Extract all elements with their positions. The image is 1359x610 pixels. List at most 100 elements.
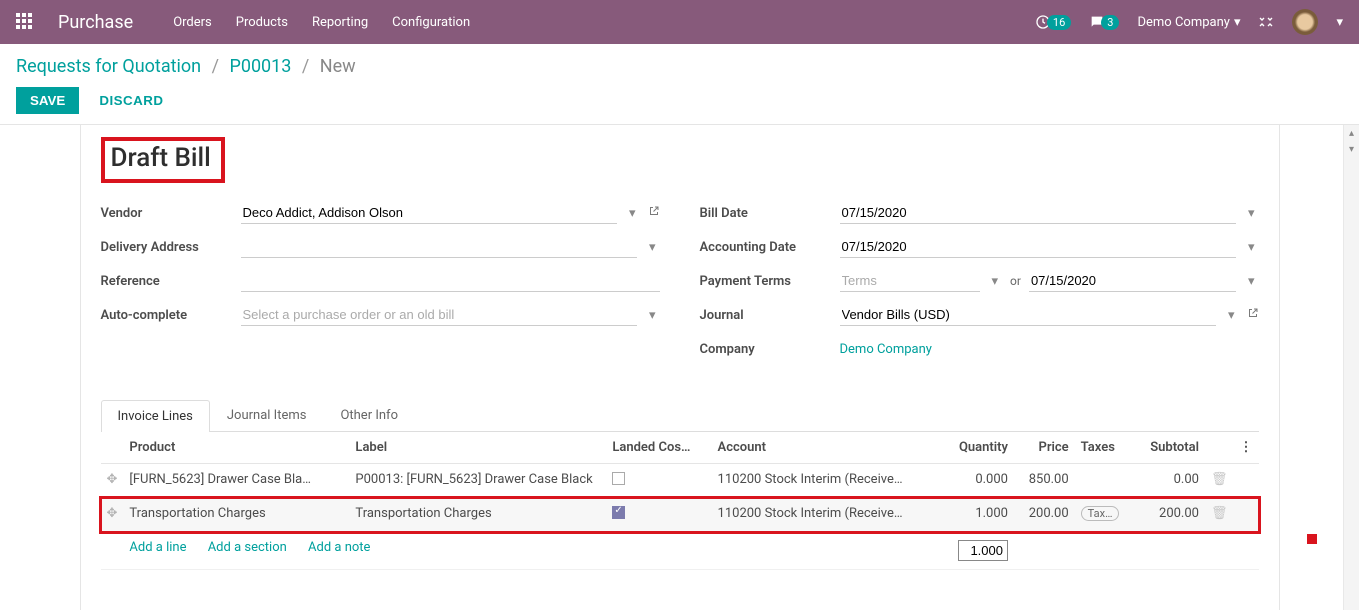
nav-orders[interactable]: Orders [173, 15, 212, 30]
delivery-label: Delivery Address [101, 240, 241, 255]
cell-account[interactable]: 110200 Stock Interim (Receive… [712, 464, 942, 498]
autocomplete-dropdown-icon[interactable]: ▾ [645, 308, 660, 323]
user-avatar[interactable] [1292, 9, 1318, 35]
journal-label: Journal [700, 308, 840, 323]
terms-field[interactable] [840, 270, 980, 292]
col-label: Label [349, 432, 606, 464]
company-label: Company [700, 342, 840, 357]
invoice-lines-table: Product Label Landed Cos… Account Quanti… [101, 432, 1259, 570]
terms-dropdown-icon[interactable]: ▾ [988, 274, 1003, 289]
breadcrumb-current: New [320, 56, 356, 77]
cell-taxes[interactable] [1075, 464, 1134, 498]
col-price: Price [1014, 432, 1075, 464]
cell-price[interactable]: 200.00 [1014, 498, 1075, 532]
trash-icon[interactable]: 🗑 [1211, 472, 1228, 487]
table-row[interactable]: ✥ Transportation Charges Transportation … [101, 498, 1259, 532]
delivery-dropdown-icon[interactable]: ▾ [645, 240, 660, 255]
breadcrumb-root[interactable]: Requests for Quotation [16, 56, 201, 77]
breadcrumb: Requests for Quotation / P00013 / New [16, 56, 1343, 77]
journal-dropdown-icon[interactable]: ▾ [1224, 308, 1239, 323]
scrollbar[interactable]: ▴ ▾ [1343, 125, 1359, 610]
cell-label[interactable]: P00013: [FURN_5623] Drawer Case Black [349, 464, 606, 498]
acctdate-field[interactable] [840, 236, 1236, 258]
terms-or-text: or [1010, 274, 1021, 288]
activity-count: 16 [1047, 15, 1071, 30]
vendor-label: Vendor [101, 206, 241, 221]
journal-field[interactable] [840, 304, 1216, 326]
page-title-highlight: Draft Bill [101, 137, 225, 183]
discard-button[interactable]: DISCARD [99, 93, 163, 108]
col-qty: Quantity [942, 432, 1014, 464]
cell-qty[interactable]: 1.000 [942, 498, 1014, 532]
cell-account[interactable]: 110200 Stock Interim (Receive… [712, 498, 942, 532]
tabs: Invoice Lines Journal Items Other Info [101, 399, 1259, 432]
terms-date-dropdown-icon[interactable]: ▾ [1244, 274, 1259, 289]
activity-button[interactable]: 16 [1035, 14, 1071, 30]
col-landed: Landed Cos… [606, 432, 711, 464]
acctdate-label: Accounting Date [700, 240, 840, 255]
cell-taxes[interactable]: Tax… [1075, 498, 1134, 532]
company-name: Demo Company [1137, 15, 1229, 30]
nav-configuration[interactable]: Configuration [392, 15, 470, 30]
cell-product[interactable]: [FURN_5623] Drawer Case Bla… [123, 464, 349, 498]
nav-products[interactable]: Products [236, 15, 288, 30]
user-caret-icon[interactable]: ▾ [1336, 15, 1343, 30]
scroll-down-icon[interactable]: ▾ [1344, 141, 1359, 157]
table-options-icon[interactable]: ⋮ [1240, 440, 1253, 455]
terms-label: Payment Terms [700, 274, 840, 289]
nav-links: Orders Products Reporting Configuration [173, 15, 470, 30]
annotation-dot [1307, 534, 1317, 544]
debug-icon[interactable] [1258, 14, 1274, 30]
billdate-field[interactable] [840, 202, 1236, 224]
messages-button[interactable]: 3 [1089, 14, 1119, 30]
cell-label[interactable]: Transportation Charges [349, 498, 606, 532]
company-switcher[interactable]: Demo Company ▾ [1137, 15, 1240, 30]
add-line-link[interactable]: Add a line [129, 540, 186, 555]
company-link[interactable]: Demo Company [840, 342, 932, 357]
qty-total-input[interactable] [958, 540, 1008, 561]
col-product: Product [123, 432, 349, 464]
trash-icon[interactable]: 🗑 [1211, 506, 1228, 521]
col-taxes: Taxes [1075, 432, 1134, 464]
acctdate-dropdown-icon[interactable]: ▾ [1244, 240, 1259, 255]
vendor-dropdown-icon[interactable]: ▾ [625, 206, 640, 221]
cell-subtotal: 200.00 [1134, 498, 1205, 532]
journal-external-link-icon[interactable] [1247, 307, 1259, 323]
landed-checkbox[interactable] [612, 506, 625, 519]
tab-other-info[interactable]: Other Info [323, 399, 415, 431]
billdate-dropdown-icon[interactable]: ▾ [1244, 206, 1259, 221]
scroll-up-icon[interactable]: ▴ [1344, 125, 1359, 141]
autocomplete-label: Auto-complete [101, 308, 241, 323]
terms-date-field[interactable] [1029, 270, 1236, 292]
add-section-link[interactable]: Add a section [208, 540, 287, 555]
cell-subtotal: 0.00 [1134, 464, 1205, 498]
breadcrumb-record[interactable]: P00013 [229, 56, 291, 77]
drag-handle-icon[interactable]: ✥ [107, 472, 118, 487]
apps-icon[interactable] [16, 13, 34, 31]
cell-qty[interactable]: 0.000 [942, 464, 1014, 498]
cell-price[interactable]: 850.00 [1014, 464, 1075, 498]
app-title: Purchase [58, 12, 133, 33]
cell-product[interactable]: Transportation Charges [123, 498, 349, 532]
vendor-field[interactable] [241, 202, 617, 224]
col-account: Account [712, 432, 942, 464]
tab-journal-items[interactable]: Journal Items [210, 399, 324, 431]
nav-reporting[interactable]: Reporting [312, 15, 368, 30]
drag-handle-icon[interactable]: ✥ [107, 506, 118, 521]
tab-invoice-lines[interactable]: Invoice Lines [101, 400, 210, 432]
billdate-label: Bill Date [700, 206, 840, 221]
delivery-field[interactable] [241, 236, 637, 258]
add-note-link[interactable]: Add a note [308, 540, 370, 555]
table-row[interactable]: ✥ [FURN_5623] Drawer Case Bla… P00013: [… [101, 464, 1259, 498]
col-subtotal: Subtotal [1134, 432, 1205, 464]
reference-field[interactable] [241, 270, 660, 292]
landed-checkbox[interactable] [612, 472, 625, 485]
vendor-external-link-icon[interactable] [648, 205, 660, 221]
reference-label: Reference [101, 274, 241, 289]
autocomplete-field[interactable] [241, 304, 637, 326]
page-title: Draft Bill [111, 143, 211, 173]
top-nav: Purchase Orders Products Reporting Confi… [0, 0, 1359, 44]
messages-count: 3 [1101, 15, 1119, 30]
save-button[interactable]: SAVE [16, 87, 79, 114]
caret-down-icon: ▾ [1234, 15, 1241, 30]
